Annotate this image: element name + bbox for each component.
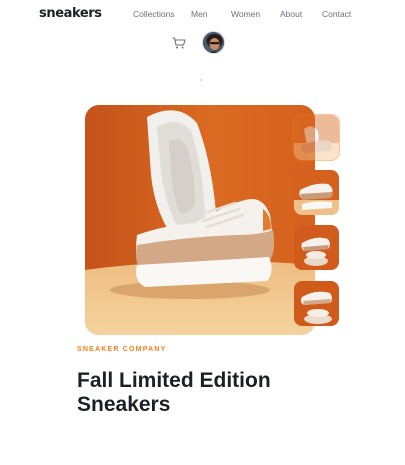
cart-icon[interactable] xyxy=(172,36,186,49)
nav-item-about[interactable]: About xyxy=(280,9,302,19)
user-avatar[interactable] xyxy=(202,31,225,54)
nav-item-men[interactable]: Men xyxy=(191,9,208,19)
sneaker-thumb-3[interactable] xyxy=(294,225,339,270)
sneaker-thumb-2[interactable] xyxy=(294,170,339,215)
sneaker-thumb-1[interactable] xyxy=(293,114,340,161)
nav-item-contact[interactable]: Contact xyxy=(322,9,351,19)
nav-item-collections[interactable]: Collections xyxy=(133,9,175,19)
sneaker-photo[interactable] xyxy=(85,105,315,335)
divider-dot xyxy=(200,79,202,81)
product-title: Fall Limited Edition Sneakers xyxy=(77,369,271,416)
main-nav: Collections Men Women About Contact xyxy=(0,9,405,21)
company-label: SNEAKER COMPANY xyxy=(77,346,167,353)
sneaker-thumb-4[interactable] xyxy=(294,281,339,326)
nav-item-women[interactable]: Women xyxy=(231,9,260,19)
